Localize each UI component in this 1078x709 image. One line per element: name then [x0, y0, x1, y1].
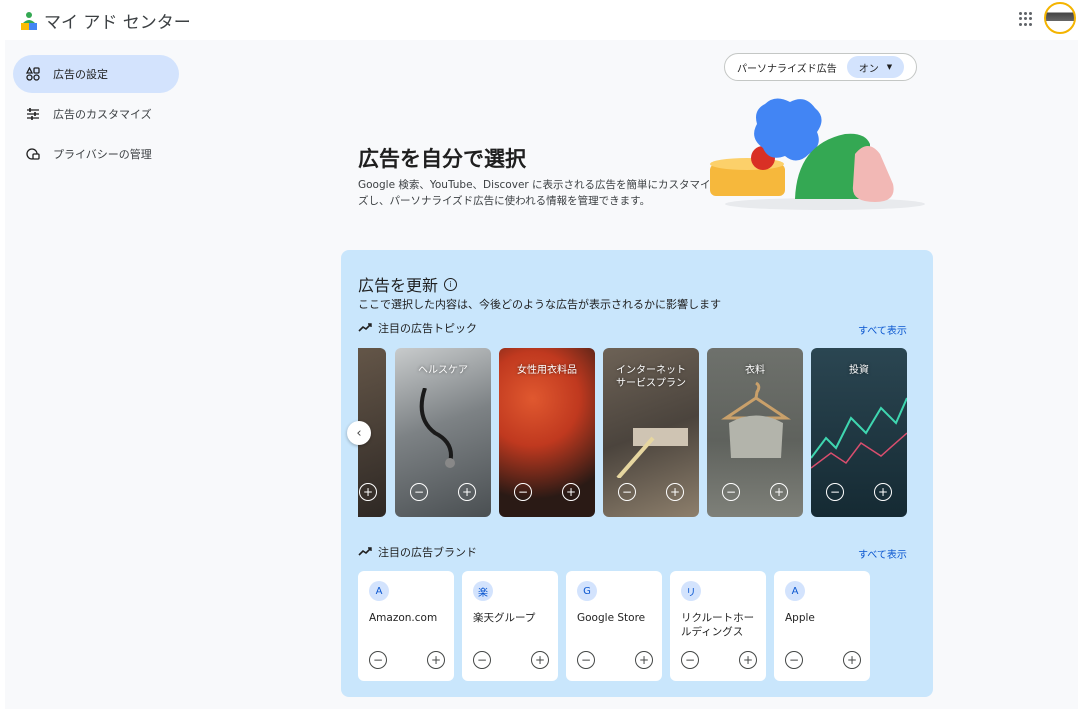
topic-label: 衣料 [745, 365, 765, 376]
add-topic-icon[interactable]: + [666, 483, 684, 501]
card-subtitle: ここで選択した内容は、今後どのような広告が表示されるかに影響します [358, 298, 721, 311]
brand-card[interactable]: G Google Store − + [566, 571, 662, 681]
sidebar-item-ad-settings[interactable]: 広告の設定 [13, 55, 179, 93]
page-title: 広告を自分で選択 [358, 147, 526, 171]
privacy-icon [25, 146, 41, 162]
brand-name: Apple [785, 612, 815, 624]
trending-icon [358, 321, 372, 335]
sidebar-item-label: プライバシーの管理 [53, 148, 152, 161]
brand-initial: 楽 [473, 581, 493, 601]
account-avatar[interactable] [1044, 2, 1076, 34]
topic-tile[interactable]: インターネット サービスプラン − + [603, 348, 699, 517]
brand-initial: G [577, 581, 597, 601]
remove-brand-icon[interactable]: − [577, 651, 595, 669]
sidebar-item-ad-customize[interactable]: 広告のカスタマイズ [13, 95, 179, 133]
top-bar: マイ アド センター [0, 0, 1078, 40]
brand-card[interactable]: A Amazon.com − + [358, 571, 454, 681]
add-topic-icon[interactable]: + [562, 483, 580, 501]
sidebar-item-privacy[interactable]: プライバシーの管理 [13, 135, 179, 173]
topic-label: 投資 [849, 365, 869, 376]
brand-name: Google Store [577, 612, 646, 624]
hero-illustration [705, 94, 930, 214]
google-apps-icon[interactable] [1019, 12, 1033, 26]
add-brand-icon[interactable]: + [427, 651, 445, 669]
personalized-ads-label: パーソナライズド広告 [737, 63, 837, 75]
remove-topic-icon[interactable]: − [722, 483, 740, 501]
add-topic-icon[interactable]: + [458, 483, 476, 501]
remove-brand-icon[interactable]: − [785, 651, 803, 669]
remove-brand-icon[interactable]: − [473, 651, 491, 669]
brands-heading: 注目の広告ブランド [358, 544, 477, 560]
brands-heading-label: 注目の広告ブランド [378, 546, 477, 559]
dropdown-arrow-icon: ▼ [886, 63, 893, 71]
topic-tile[interactable]: 女性用衣料品 − + [499, 348, 595, 517]
tune-icon [25, 106, 41, 122]
add-brand-icon[interactable]: + [739, 651, 757, 669]
topics-heading-label: 注目の広告トピック [378, 322, 477, 335]
remove-topic-icon[interactable]: − [514, 483, 532, 501]
add-topic-icon[interactable]: + [359, 483, 377, 501]
brand-card[interactable]: 楽 楽天グループ − + [462, 571, 558, 681]
add-topic-icon[interactable]: + [874, 483, 892, 501]
topic-tile[interactable]: 投資 − + [811, 348, 907, 517]
my-ad-center-logo-icon [18, 10, 40, 32]
app-title: マイ アド センター [44, 13, 191, 33]
brand-name: リクルートホールディングス [681, 612, 755, 638]
update-ads-title: 広告を更新 [358, 276, 439, 295]
brand-card[interactable]: A Apple − + [774, 571, 870, 681]
brands-see-all-link[interactable]: すべて表示 [858, 546, 907, 561]
carousel-prev-button[interactable]: ‹ [347, 421, 371, 445]
sidebar: 広告の設定 広告のカスタマイズ プライバシーの管理 [13, 55, 179, 175]
remove-topic-icon[interactable]: − [826, 483, 844, 501]
brand-name: 楽天グループ [473, 612, 536, 624]
remove-brand-icon[interactable]: − [369, 651, 387, 669]
topic-tile[interactable]: ヘルスケア − + [395, 348, 491, 517]
topic-label: ヘルスケア [418, 365, 468, 376]
brand-initial: A [785, 581, 805, 601]
card-title: 広告を更新 i [358, 272, 458, 296]
remove-brand-icon[interactable]: − [681, 651, 699, 669]
remove-topic-icon[interactable]: − [618, 483, 636, 501]
brand-initial: リ [681, 581, 701, 601]
personalized-ads-value: オン [858, 63, 879, 75]
add-brand-icon[interactable]: + [843, 651, 861, 669]
sidebar-item-label: 広告のカスタマイズ [53, 108, 152, 121]
page-description: Google 検索、YouTube、Discover に表示される広告を簡単にカ… [358, 179, 711, 207]
personalized-ads-toggle[interactable]: オン ▼ [846, 56, 905, 78]
sidebar-item-label: 広告の設定 [53, 68, 108, 81]
add-brand-icon[interactable]: + [635, 651, 653, 669]
topics-carousel: + ヘルスケア − + 女性用衣料品 − + インターネット サービスプラン −… [358, 348, 908, 518]
add-brand-icon[interactable]: + [531, 651, 549, 669]
info-icon[interactable]: i [444, 277, 458, 291]
topics-heading: 注目の広告トピック [358, 320, 477, 336]
personalized-ads-control: パーソナライズド広告 オン ▼ [724, 53, 917, 81]
topics-see-all-link[interactable]: すべて表示 [858, 322, 907, 337]
brand-name: Amazon.com [369, 612, 438, 624]
chevron-left-icon: ‹ [356, 425, 362, 441]
topic-label: インターネット サービスプラン [616, 365, 686, 389]
trending-icon [358, 545, 372, 559]
topic-label: 女性用衣料品 [517, 365, 577, 376]
logo[interactable]: マイ アド センター [18, 8, 191, 33]
brand-initial: A [369, 581, 389, 601]
ad-settings-icon [25, 66, 41, 82]
brand-card[interactable]: リ リクルートホールディングス − + [670, 571, 766, 681]
topic-tile[interactable]: 衣料 − + [707, 348, 803, 517]
remove-topic-icon[interactable]: − [410, 483, 428, 501]
add-topic-icon[interactable]: + [770, 483, 788, 501]
